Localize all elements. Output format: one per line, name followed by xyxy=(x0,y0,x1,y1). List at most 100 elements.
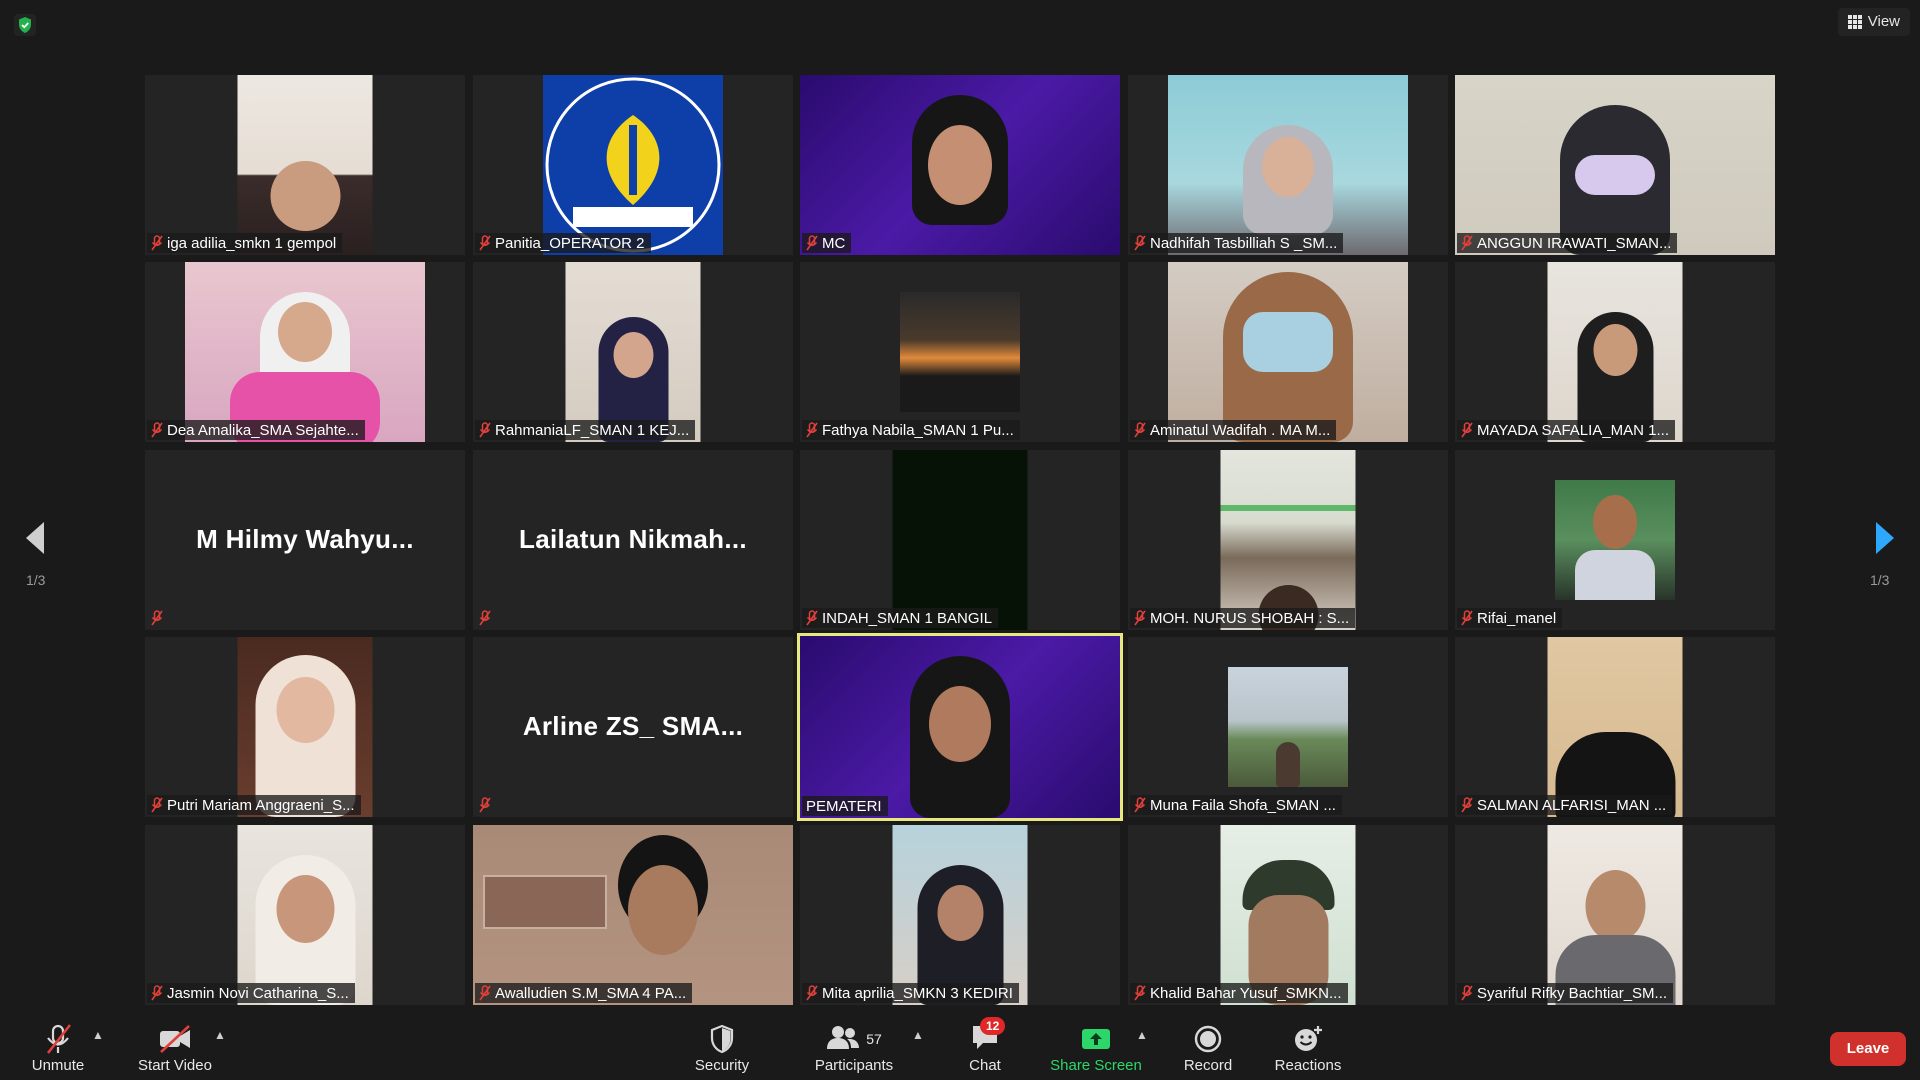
participant-name-label: Aminatul Wadifah . MA M... xyxy=(1130,420,1337,440)
participant-display-name: Lailatun Nikmah... xyxy=(519,524,747,554)
participant-tile[interactable]: MC xyxy=(800,75,1120,255)
reactions-label: Reactions xyxy=(1274,1057,1342,1074)
security-button[interactable]: Security xyxy=(685,1021,759,1074)
participant-name-label: Panitia_OPERATOR 2 xyxy=(475,233,651,253)
participant-tile[interactable]: Aminatul Wadifah . MA M... xyxy=(1128,262,1448,442)
participant-video xyxy=(1547,262,1683,442)
mic-muted-icon xyxy=(806,235,818,251)
participant-name-label xyxy=(475,608,497,628)
participant-name-label: INDAH_SMAN 1 BANGIL xyxy=(802,608,999,628)
participants-options-caret[interactable]: ▲ xyxy=(912,1028,924,1042)
share-screen-icon xyxy=(1046,1021,1146,1057)
participant-video xyxy=(473,825,793,1005)
participant-tile[interactable]: Awalludien S.M_SMA 4 PA... xyxy=(473,825,793,1005)
participant-video xyxy=(237,825,373,1005)
mic-muted-icon xyxy=(28,1021,88,1057)
meeting-toolbar: Unmute ▲ Start Video ▲ Security 57 Parti… xyxy=(0,1010,1920,1080)
participant-tile[interactable]: Arline ZS_ SMA... xyxy=(473,637,793,817)
participant-video xyxy=(800,636,1120,818)
arrow-right-icon[interactable] xyxy=(1872,520,1898,561)
participant-name-label: SALMAN ALFARISI_MAN ... xyxy=(1457,795,1673,815)
mic-muted-icon xyxy=(1461,985,1473,1001)
mic-muted-icon xyxy=(479,235,491,251)
participants-count: 57 xyxy=(866,1031,882,1047)
participant-video xyxy=(1168,262,1408,442)
mic-muted-icon xyxy=(1461,610,1473,626)
mic-muted-icon xyxy=(1134,610,1146,626)
mic-muted-icon xyxy=(151,797,163,813)
share-options-caret[interactable]: ▲ xyxy=(1136,1028,1148,1042)
participant-tile[interactable]: SALMAN ALFARISI_MAN ... xyxy=(1455,637,1775,817)
participant-tile[interactable]: Panitia_OPERATOR 2 xyxy=(473,75,793,255)
unmute-button[interactable]: Unmute xyxy=(28,1021,88,1074)
participant-tile[interactable]: Khalid Bahar Yusuf_SMKN... xyxy=(1128,825,1448,1005)
security-shield-icon xyxy=(685,1021,759,1057)
mic-muted-icon xyxy=(151,985,163,1001)
video-gallery: iga adilia_smkn 1 gempol Panitia_OPERATO… xyxy=(0,0,1920,1010)
participant-video xyxy=(1220,450,1356,630)
leave-button[interactable]: Leave xyxy=(1830,1032,1906,1066)
chat-label: Chat xyxy=(969,1057,1001,1074)
share-screen-button[interactable]: Share Screen xyxy=(1046,1021,1146,1074)
mic-muted-icon xyxy=(1134,422,1146,438)
participant-tile[interactable]: Muna Faila Shofa_SMAN ... xyxy=(1128,637,1448,817)
participant-video xyxy=(237,75,373,255)
page-indicator-left: 1/3 xyxy=(26,572,46,588)
participant-tile[interactable]: ANGGUN IRAWATI_SMAN... xyxy=(1455,75,1775,255)
mic-muted-icon xyxy=(479,797,491,813)
participant-name-label: Khalid Bahar Yusuf_SMKN... xyxy=(1130,983,1348,1003)
participant-tile[interactable]: Rifai_manel xyxy=(1455,450,1775,630)
participant-tile[interactable]: INDAH_SMAN 1 BANGIL xyxy=(800,450,1120,630)
mic-muted-icon xyxy=(151,422,163,438)
participant-video xyxy=(1555,480,1675,600)
mic-muted-icon xyxy=(806,985,818,1001)
participant-video xyxy=(1547,825,1683,1005)
participant-tile[interactable]: MOH. NURUS SHOBAH : S... xyxy=(1128,450,1448,630)
participant-tile[interactable]: Nadhifah Tasbilliah S _SM... xyxy=(1128,75,1448,255)
participant-video xyxy=(892,825,1028,1005)
participant-tile[interactable]: Syariful Rifky Bachtiar_SM... xyxy=(1455,825,1775,1005)
chat-button[interactable]: 12 Chat xyxy=(958,1017,1012,1074)
participant-name-label: Syariful Rifky Bachtiar_SM... xyxy=(1457,983,1674,1003)
participant-name-label: ANGGUN IRAWATI_SMAN... xyxy=(1457,233,1678,253)
participant-video xyxy=(543,75,723,255)
participant-tile[interactable]: RahmaniaLF_SMAN 1 KEJ... xyxy=(473,262,793,442)
participant-tile[interactable]: Fathya Nabila_SMAN 1 Pu... xyxy=(800,262,1120,442)
participant-tile[interactable]: Mita aprilia_SMKN 3 KEDIRI xyxy=(800,825,1120,1005)
participant-name-label: Fathya Nabila_SMAN 1 Pu... xyxy=(802,420,1020,440)
record-button[interactable]: Record xyxy=(1180,1021,1236,1074)
video-options-caret[interactable]: ▲ xyxy=(214,1028,226,1042)
mic-muted-icon xyxy=(479,610,491,626)
mic-muted-icon xyxy=(479,422,491,438)
reactions-button[interactable]: Reactions xyxy=(1270,1021,1346,1074)
participant-video xyxy=(1455,75,1775,255)
video-off-icon xyxy=(130,1021,220,1057)
participant-tile[interactable]: Putri Mariam Anggraeni_S... xyxy=(145,637,465,817)
unmute-label: Unmute xyxy=(31,1057,85,1074)
mic-muted-icon xyxy=(479,985,491,1001)
participant-video xyxy=(1228,667,1348,787)
participant-name-label: Awalludien S.M_SMA 4 PA... xyxy=(475,983,693,1003)
participant-name-label: RahmaniaLF_SMAN 1 KEJ... xyxy=(475,420,696,440)
chat-unread-badge: 12 xyxy=(980,1017,1006,1035)
participant-name-label: Jasmin Novi Catharina_S... xyxy=(147,983,355,1003)
security-label: Security xyxy=(694,1057,750,1074)
participant-tile[interactable]: iga adilia_smkn 1 gempol xyxy=(145,75,465,255)
participant-tile[interactable]: MAYADA SAFALIA_MAN 1... xyxy=(1455,262,1775,442)
start-video-button[interactable]: Start Video xyxy=(130,1021,220,1074)
participant-video xyxy=(237,637,373,817)
participant-tile[interactable]: Lailatun Nikmah... xyxy=(473,450,793,630)
mic-muted-icon xyxy=(1134,797,1146,813)
participants-button[interactable]: 57 Participants xyxy=(806,1021,902,1074)
arrow-left-icon[interactable] xyxy=(22,520,48,561)
mic-muted-icon xyxy=(1461,797,1473,813)
participant-name-label: MOH. NURUS SHOBAH : S... xyxy=(1130,608,1356,628)
mic-muted-icon xyxy=(151,235,163,251)
active-speaker-tile[interactable]: PEMATERI xyxy=(797,633,1123,821)
audio-options-caret[interactable]: ▲ xyxy=(92,1028,104,1042)
participant-tile[interactable]: Dea Amalika_SMA Sejahte... xyxy=(145,262,465,442)
participant-tile[interactable]: M Hilmy Wahyu... xyxy=(145,450,465,630)
participant-tile[interactable]: Jasmin Novi Catharina_S... xyxy=(145,825,465,1005)
mic-muted-icon xyxy=(1461,235,1473,251)
mic-muted-icon xyxy=(1134,985,1146,1001)
